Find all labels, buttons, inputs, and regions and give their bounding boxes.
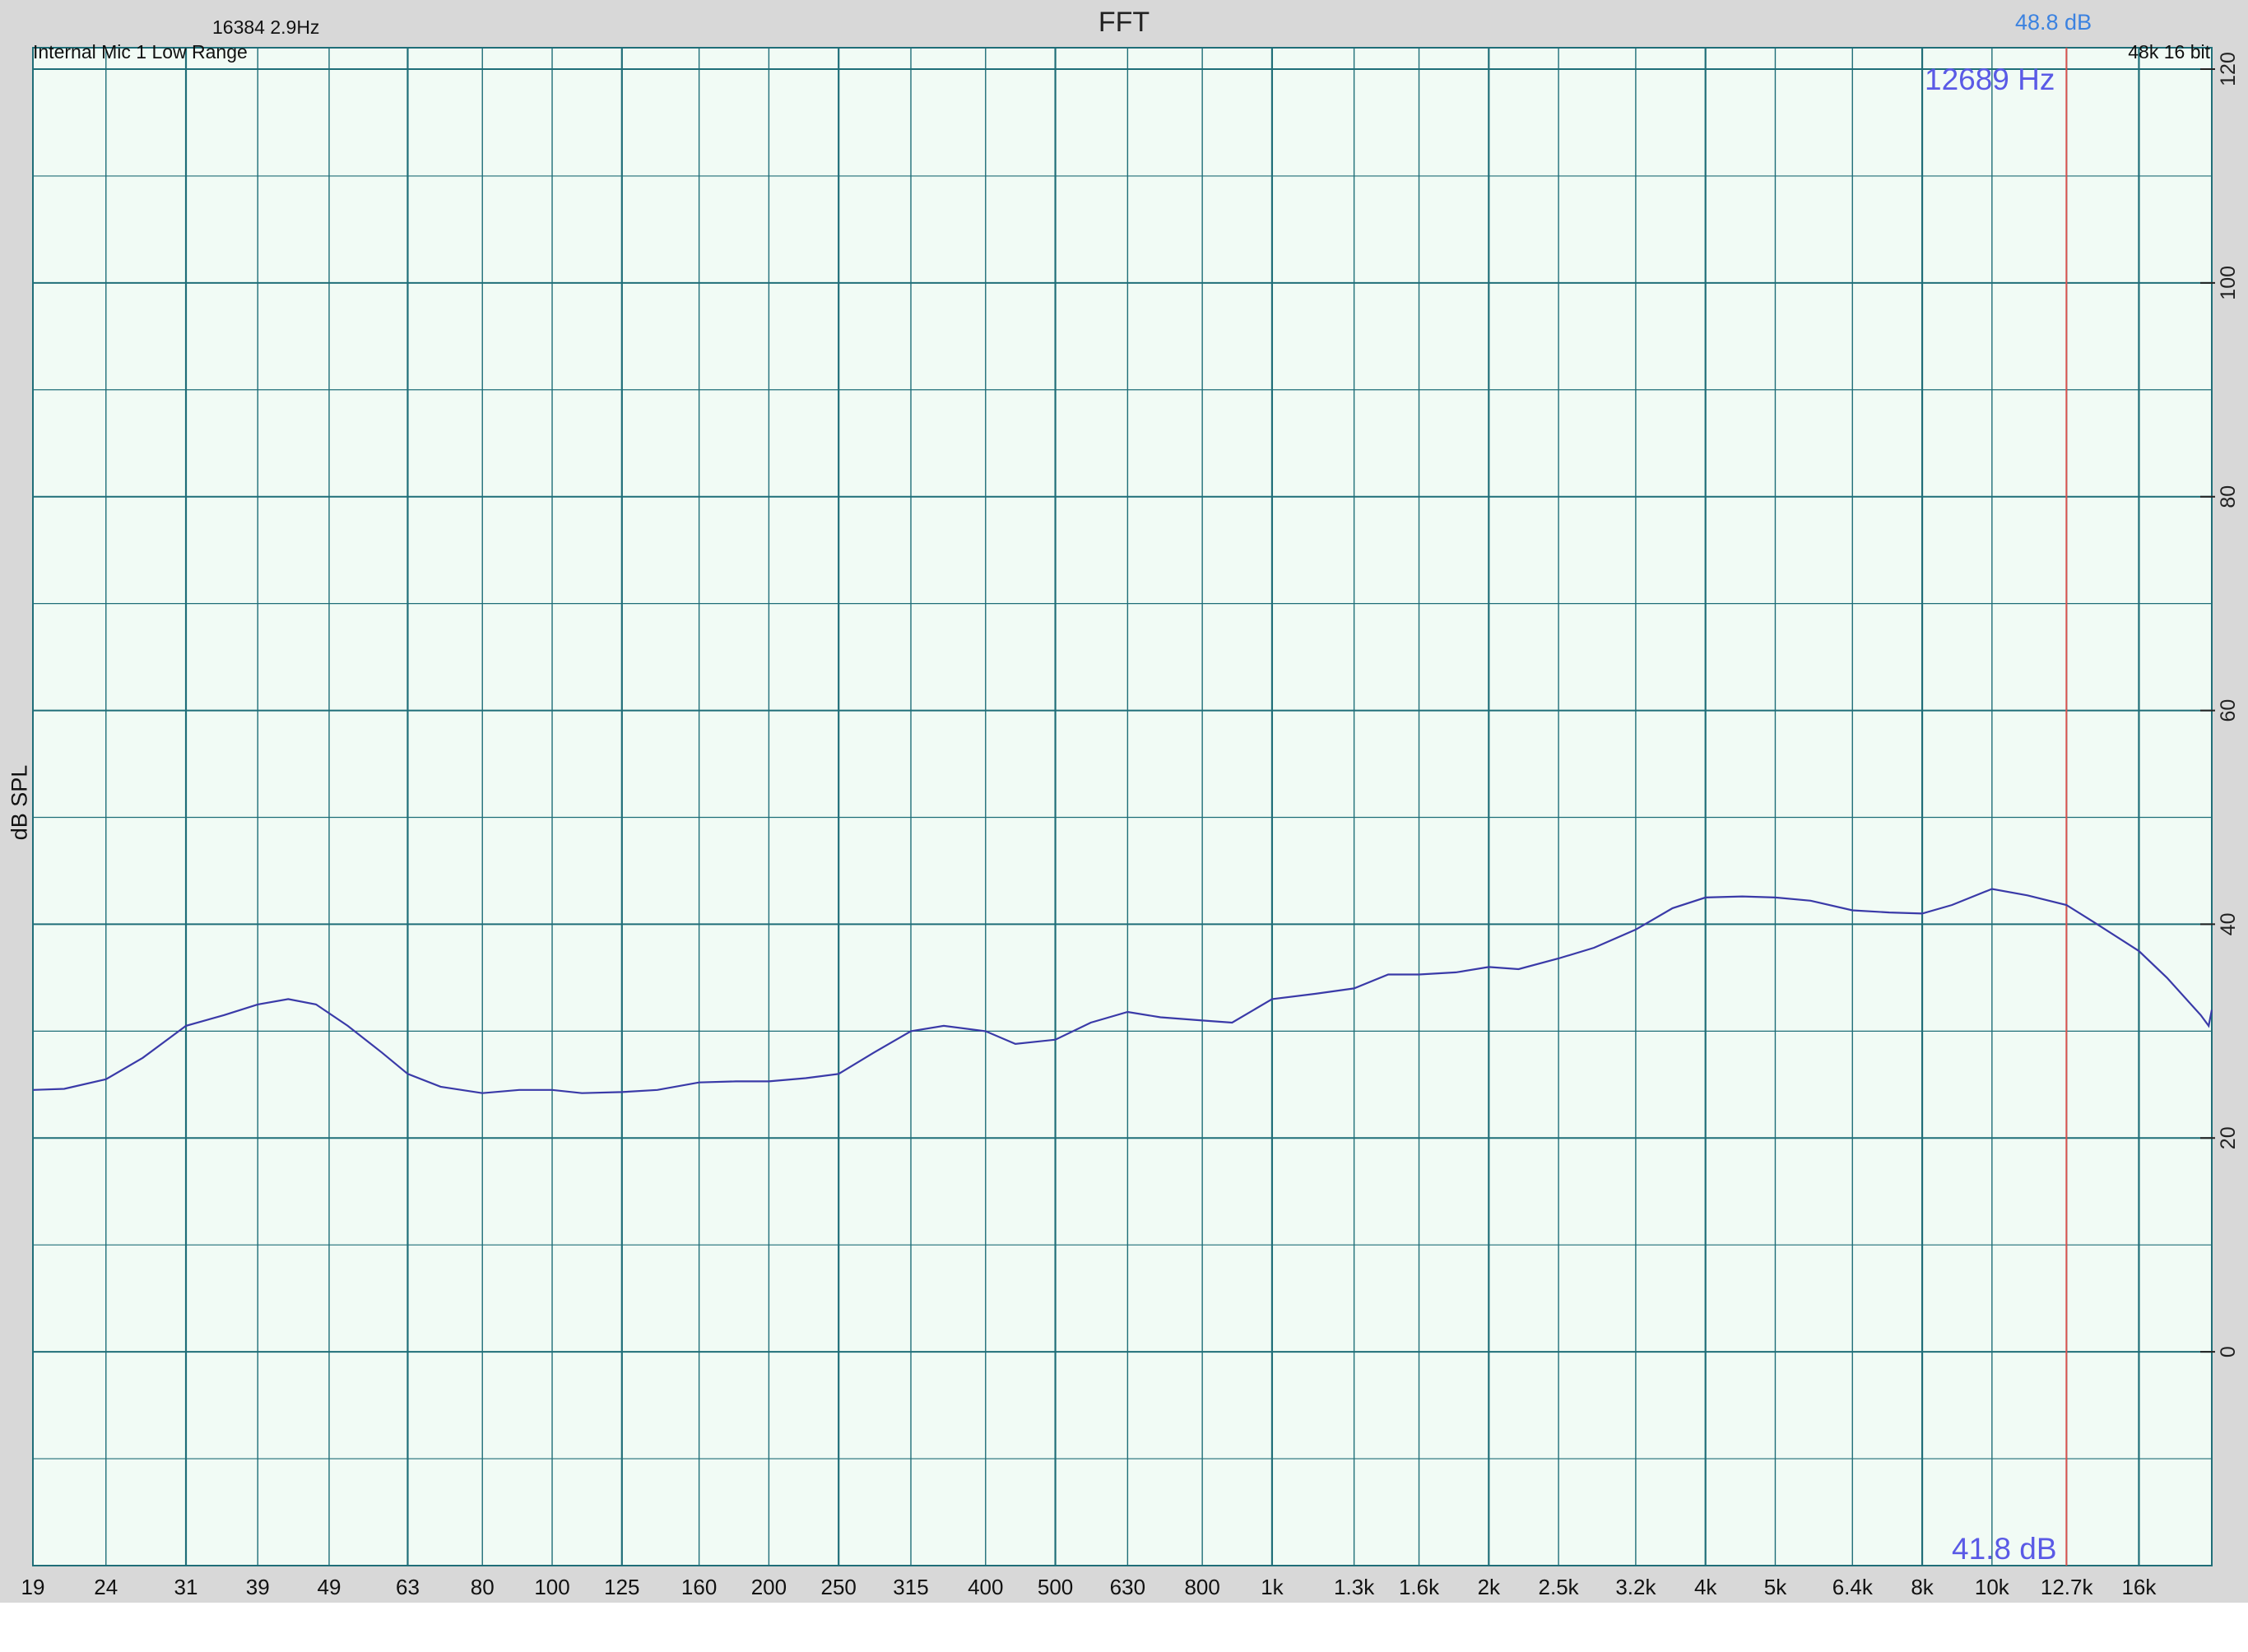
x-tick-label: 800 [1184, 1575, 1219, 1599]
x-tick-label: 630 [1110, 1575, 1145, 1599]
fft-size-resolution: 16384 2.9Hz [212, 16, 320, 38]
y-axis-label: dB SPL [7, 764, 32, 841]
x-tick-label: 250 [820, 1575, 856, 1599]
x-tick-label: 1.3k [1334, 1575, 1375, 1599]
cursor-frequency-readout: 12689 Hz [1925, 63, 2055, 96]
fft-plot[interactable]: 0 20 40 60 80 100 120 19 24 31 39 49 63 80 100 125 160 2… [0, 0, 2248, 1603]
cursor-db-readout-bottom: 41.8 dB [1952, 1532, 2057, 1566]
x-tick-label: 500 [1038, 1575, 1073, 1599]
sample-format-label: 48k 16 bit [2128, 41, 2210, 63]
y-tick-label: 80 [2217, 485, 2240, 508]
x-tick-label: 10k [1975, 1575, 2010, 1599]
x-axis-ticks: 19 24 31 39 49 63 80 100 125 160 200 250 315 400 500 63… [21, 1575, 2157, 1599]
x-tick-label: 39 [246, 1575, 270, 1599]
x-tick-label: 2k [1478, 1575, 1501, 1599]
y-tick-label: 100 [2217, 266, 2240, 300]
fft-analyzer-window: 0 20 40 60 80 100 120 19 24 31 39 49 63 80 100 125 160 2… [0, 0, 2248, 1603]
x-tick-label: 315 [893, 1575, 928, 1599]
x-tick-label: 8k [1911, 1575, 1934, 1599]
y-tick-label: 60 [2217, 699, 2240, 722]
y-tick-label: 120 [2217, 52, 2240, 86]
x-tick-label: 49 [318, 1575, 341, 1599]
y-tick-label: 0 [2217, 1346, 2240, 1357]
x-tick-label: 200 [751, 1575, 787, 1599]
x-tick-label: 6.4k [1832, 1575, 1874, 1599]
cursor-db-readout-top: 48.8 dB [2015, 10, 2092, 35]
x-tick-label: 4k [1694, 1575, 1717, 1599]
x-tick-label: 19 [21, 1575, 45, 1599]
x-tick-label: 160 [681, 1575, 717, 1599]
x-tick-label: 12.7k [2041, 1575, 2094, 1599]
x-tick-label: 63 [396, 1575, 420, 1599]
x-tick-label: 400 [968, 1575, 1003, 1599]
y-tick-label: 20 [2217, 1126, 2240, 1149]
x-tick-label: 24 [94, 1575, 118, 1599]
x-tick-label: 125 [604, 1575, 639, 1599]
y-tick-label: 40 [2217, 913, 2240, 936]
x-tick-label: 1.6k [1399, 1575, 1440, 1599]
chart-title: FFT [1098, 7, 1150, 38]
x-tick-label: 100 [534, 1575, 569, 1599]
x-tick-label: 3.2k [1615, 1575, 1656, 1599]
plot-area [33, 48, 2212, 1566]
x-tick-label: 5k [1764, 1575, 1787, 1599]
x-tick-label: 2.5k [1539, 1575, 1580, 1599]
input-device-label[interactable]: Internal Mic 1 Low Range [33, 41, 248, 63]
x-tick-label: 1k [1261, 1575, 1284, 1599]
x-tick-label: 16k [2121, 1575, 2157, 1599]
x-tick-label: 80 [471, 1575, 495, 1599]
x-tick-label: 31 [174, 1575, 198, 1599]
